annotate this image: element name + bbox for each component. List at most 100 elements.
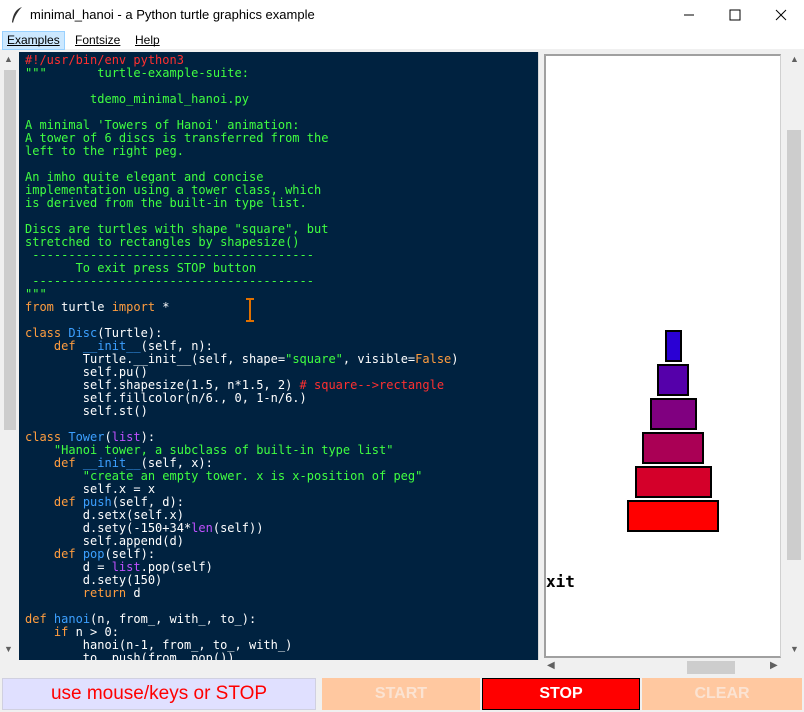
code-token: def: [53, 547, 76, 561]
code-token: to_.push(from_.pop()): [25, 651, 235, 661]
graphics-panel: xit ▲ ▼: [544, 52, 804, 660]
code-token: An imho quite elegant and concise: [25, 170, 264, 184]
code-token: Discs are turtles with shape "square", b…: [25, 222, 329, 236]
minimize-button[interactable]: [666, 0, 712, 30]
code-token: hanoi: [53, 612, 91, 626]
maximize-button[interactable]: [712, 0, 758, 30]
scroll-up-icon[interactable]: ▲: [790, 54, 799, 64]
stop-button[interactable]: STOP: [482, 678, 640, 710]
disc-6: [627, 500, 719, 532]
code-token: Disc: [68, 326, 98, 340]
code-token: from: [25, 300, 54, 314]
code-token: d.setx(self.x): [25, 508, 184, 522]
disc-1: [664, 330, 682, 362]
code-token: False: [415, 352, 452, 366]
menu-examples[interactable]: Examples: [2, 31, 65, 50]
code-token: __init__: [82, 456, 141, 470]
source-code-view[interactable]: #!/usr/bin/env python3 """ turtle-example…: [19, 52, 538, 660]
code-token: ):: [140, 430, 156, 444]
code-token: if: [53, 625, 69, 639]
code-token: "Hanoi tower, a subclass of built-in typ…: [53, 443, 394, 457]
code-token: d.sety(-150+34*: [25, 521, 192, 535]
code-token: self.st(): [25, 404, 148, 418]
window-title: minimal_hanoi - a Python turtle graphics…: [30, 7, 315, 22]
feather-icon: [12, 7, 22, 23]
code-token: stretched to rectangles by shapesize(): [25, 235, 300, 249]
scroll-left-icon[interactable]: ◀: [547, 660, 555, 671]
code-token: d: [126, 586, 141, 600]
code-line: from turtle import *: [25, 301, 538, 314]
code-token: class: [25, 430, 62, 444]
code-token: self.x = x: [25, 482, 156, 496]
disc-4: [642, 432, 704, 464]
code-line: left to the right peg.: [25, 145, 538, 158]
turtle-canvas[interactable]: xit: [544, 54, 781, 658]
code-token: (n, from_, with_, to_):: [90, 612, 257, 626]
code-token: # square-->rectangle: [299, 378, 445, 392]
code-token: return: [82, 586, 127, 600]
canvas-text: xit: [546, 572, 575, 591]
code-line: to_.push(from_.pop()): [25, 651, 538, 661]
code-token: A tower of 6 discs is transferred from t…: [25, 131, 329, 145]
text-cursor-icon: [246, 298, 254, 322]
status-label: use mouse/keys or STOP: [2, 678, 316, 710]
scroll-right-icon[interactable]: ▶: [770, 660, 778, 671]
code-token: len: [191, 521, 213, 535]
code-token: "create an empty tower. x is x-position …: [82, 469, 423, 483]
code-line: tdemo_minimal_hanoi.py: [25, 93, 538, 106]
code-token: self.pu(): [25, 365, 148, 379]
close-icon: [775, 9, 787, 21]
maximize-icon: [729, 9, 741, 21]
code-token: self.shapesize(1.5, n*1.5, 2): [25, 378, 300, 392]
scroll-down-icon[interactable]: ▼: [4, 644, 13, 654]
code-token: self.append(d): [25, 534, 184, 548]
title-bar: minimal_hanoi - a Python turtle graphics…: [0, 0, 804, 30]
code-token: list: [111, 560, 141, 574]
canvas-vertical-scrollbar[interactable]: ▲ ▼: [784, 52, 804, 660]
code-token: To exit press STOP button: [25, 261, 257, 275]
code-token: d.sety(150): [25, 573, 163, 587]
code-vertical-scrollbar[interactable]: ▲ ▼: [0, 52, 18, 660]
code-token: def: [25, 612, 47, 626]
code-token: """ turtle-example-suite:: [25, 66, 249, 80]
scroll-up-icon[interactable]: ▲: [4, 54, 13, 64]
scrollbar-thumb[interactable]: [687, 661, 735, 674]
code-token: left to the right peg.: [25, 144, 184, 158]
code-token: (self, d):: [111, 495, 184, 509]
code-token: ): [451, 352, 459, 366]
menu-help[interactable]: Help: [131, 31, 164, 50]
start-button[interactable]: START: [322, 678, 480, 710]
code-token: tdemo_minimal_hanoi.py: [25, 92, 249, 106]
code-line: self.st(): [25, 405, 538, 418]
canvas-horizontal-scrollbar[interactable]: ◀ ▶: [544, 659, 784, 676]
menu-fontsize[interactable]: Fontsize: [71, 31, 124, 50]
scroll-down-icon[interactable]: ▼: [790, 644, 799, 654]
code-token: implementation using a tower class, whic…: [25, 183, 322, 197]
scrollbar-thumb[interactable]: [4, 70, 16, 430]
code-token: ---------------------------------------: [25, 274, 314, 288]
scrollbar-thumb[interactable]: [787, 130, 801, 560]
code-token: self.fillcolor(n/6., 0, 1-n/6.): [25, 391, 307, 405]
code-token: Tower: [68, 430, 105, 444]
code-token: (self)): [212, 521, 264, 535]
code-token: A minimal 'Towers of Hanoi' animation:: [25, 118, 300, 132]
minimize-icon: [684, 14, 694, 16]
code-token: *: [155, 300, 170, 314]
clear-button[interactable]: CLEAR: [642, 678, 802, 710]
code-line: """ turtle-example-suite:: [25, 67, 538, 80]
code-token: (self, n):: [140, 339, 213, 353]
code-token: Turtle.__init__(self, shape=: [25, 352, 286, 366]
code-token: list: [111, 430, 141, 444]
code-token: (: [104, 430, 112, 444]
code-token: """: [25, 287, 47, 301]
menu-bar: Examples Fontsize Help: [0, 30, 804, 50]
close-button[interactable]: [758, 0, 804, 30]
code-token: "square": [285, 352, 343, 366]
code-token: (self):: [104, 547, 156, 561]
